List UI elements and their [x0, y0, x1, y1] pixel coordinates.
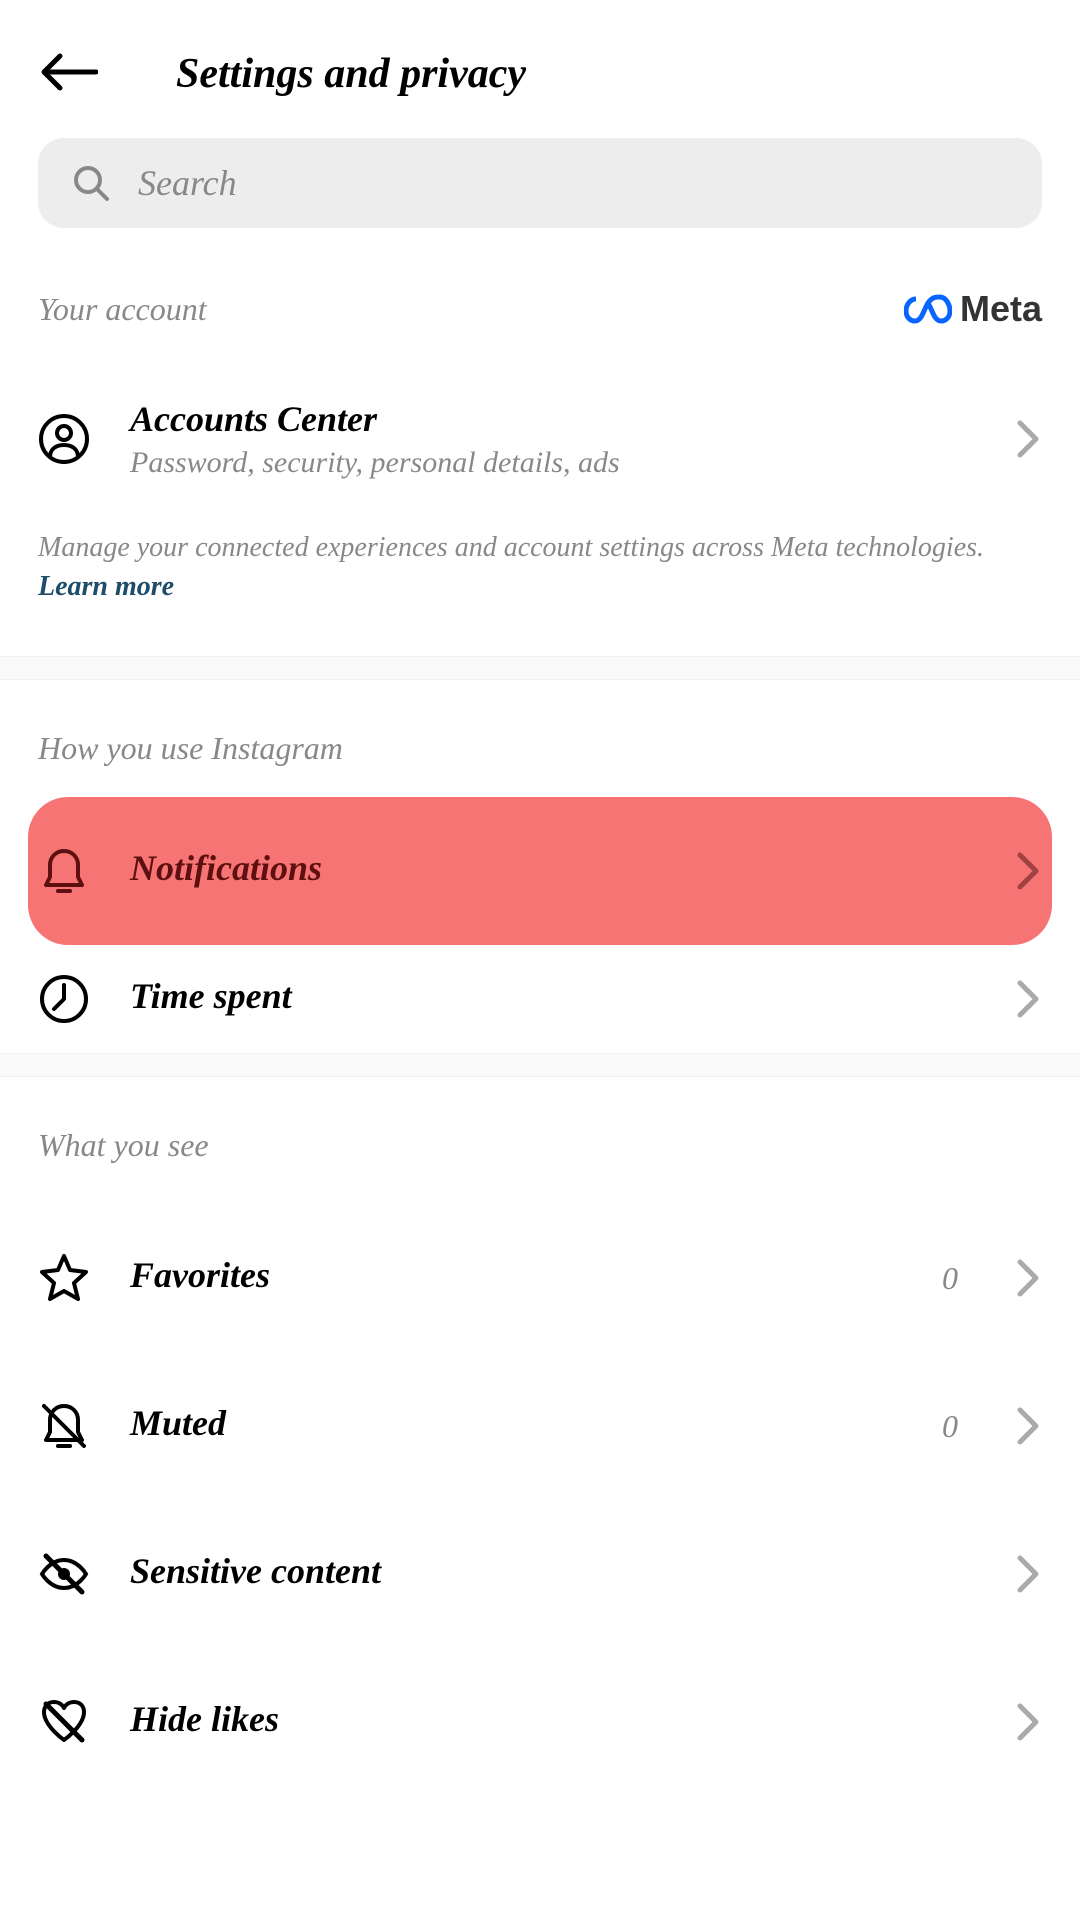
accounts-center-title: Accounts Center [130, 398, 974, 440]
bell-off-icon [38, 1400, 90, 1452]
muted-item[interactable]: Muted 0 [0, 1372, 1080, 1480]
favorites-count: 0 [942, 1260, 958, 1297]
chevron-right-icon [1014, 977, 1042, 1021]
meta-logo: Meta [904, 288, 1042, 330]
account-section-label: Your account [38, 291, 207, 328]
search-input[interactable]: Search [38, 138, 1042, 228]
section-divider [0, 1053, 1080, 1077]
time-spent-label: Time spent [130, 975, 974, 1017]
chevron-right-icon [1014, 1552, 1042, 1596]
notifications-item[interactable]: Notifications [28, 797, 1052, 945]
meta-text: Meta [960, 288, 1042, 330]
muted-count: 0 [942, 1408, 958, 1445]
account-description: Manage your connected experiences and ac… [0, 508, 1080, 656]
hide-likes-label: Hide likes [130, 1698, 974, 1740]
star-icon [38, 1252, 90, 1304]
chevron-right-icon [1014, 417, 1042, 461]
eye-off-icon [38, 1548, 90, 1600]
accounts-center-subtitle: Password, security, personal details, ad… [130, 446, 974, 480]
search-placeholder: Search [138, 162, 237, 204]
back-button[interactable] [38, 52, 98, 97]
chevron-right-icon [1014, 1404, 1042, 1448]
notifications-label: Notifications [130, 847, 974, 889]
meta-infinity-icon [904, 293, 952, 325]
sensitive-content-item[interactable]: Sensitive content [0, 1520, 1080, 1628]
section-divider [0, 656, 1080, 680]
see-section-label: What you see [0, 1077, 1080, 1194]
bell-icon [38, 845, 90, 897]
user-circle-icon [38, 413, 90, 465]
chevron-right-icon [1014, 1700, 1042, 1744]
time-spent-item[interactable]: Time spent [0, 945, 1080, 1053]
heart-off-icon [38, 1696, 90, 1748]
sensitive-content-label: Sensitive content [130, 1550, 974, 1592]
usage-section-label: How you use Instagram [0, 680, 1080, 797]
chevron-right-icon [1014, 849, 1042, 893]
chevron-right-icon [1014, 1256, 1042, 1300]
page-title: Settings and privacy [176, 50, 526, 98]
accounts-center-item[interactable]: Accounts Center Password, security, pers… [0, 370, 1080, 508]
favorites-item[interactable]: Favorites 0 [0, 1224, 1080, 1332]
hide-likes-item[interactable]: Hide likes [0, 1668, 1080, 1776]
muted-label: Muted [130, 1402, 902, 1444]
favorites-label: Favorites [130, 1254, 902, 1296]
learn-more-link[interactable]: Learn more [38, 571, 174, 602]
search-icon [72, 164, 110, 202]
clock-icon [38, 973, 90, 1025]
arrow-left-icon [38, 52, 98, 92]
